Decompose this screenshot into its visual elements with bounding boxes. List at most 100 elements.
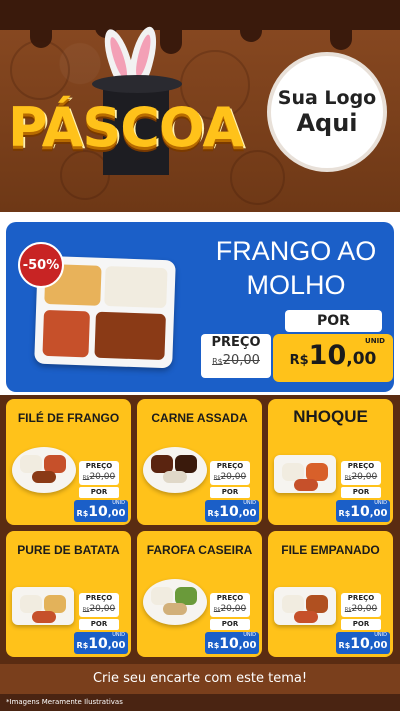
product-image xyxy=(274,455,336,493)
preco-label: PREÇO xyxy=(85,462,113,470)
food-item xyxy=(163,603,187,615)
header-banner: PÁSCOA Sua Logo Aqui xyxy=(0,0,400,212)
featured-offer[interactable]: -50% FRANGO AO MOLHO POR PREÇO R$20,00 U… xyxy=(6,222,394,392)
currency-label: R$ xyxy=(338,641,351,650)
logo-text-line2: Aqui xyxy=(296,109,358,137)
product-name: PURE DE BATATA xyxy=(17,543,120,557)
old-price-box: PREÇO R$20,00 xyxy=(79,461,119,485)
price-integer: 10 xyxy=(350,636,370,652)
logo-placeholder[interactable]: Sua Logo Aqui xyxy=(267,52,387,172)
por-label: POR xyxy=(79,619,119,630)
por-label: POR xyxy=(210,619,250,630)
price-cents: ,00 xyxy=(369,640,388,651)
new-price-box: UNID R$10,00 xyxy=(74,632,128,654)
food-item xyxy=(294,479,318,491)
old-price-box: PREÇO R$20,00 xyxy=(210,593,250,617)
unid-label: UNID xyxy=(374,500,387,506)
old-price: R$20,00 xyxy=(213,472,247,482)
logo-text-line1: Sua Logo xyxy=(277,87,377,109)
old-price-box: PREÇO R$20,00 xyxy=(341,461,381,485)
product-image xyxy=(12,447,76,493)
chocolate-drip xyxy=(330,20,352,50)
product-image xyxy=(143,447,207,493)
food-item xyxy=(42,309,91,358)
food-item xyxy=(32,471,56,483)
food-item xyxy=(32,611,56,623)
new-price-box: UNID R$10,00 xyxy=(336,632,390,654)
new-price-box: UNID R$10,00 xyxy=(205,500,259,522)
chocolate-drip xyxy=(240,20,262,42)
new-price-box: UNID R$10,00 xyxy=(205,632,259,654)
price-cents: ,00 xyxy=(107,640,126,651)
currency-label: R$ xyxy=(207,641,220,650)
preco-label: PREÇO xyxy=(347,594,375,602)
magic-hat-brim xyxy=(92,75,182,93)
price-integer: 10 xyxy=(308,340,347,371)
food-item xyxy=(294,611,318,623)
product-name: CARNE ASSADA xyxy=(151,411,248,425)
preco-label: PREÇO xyxy=(211,335,261,350)
por-label: POR xyxy=(341,487,381,498)
product-image xyxy=(143,579,207,625)
featured-title-line2: MOLHO xyxy=(246,270,346,300)
product-name: FAROFA CASEIRA xyxy=(146,543,253,557)
old-price: R$20,00 xyxy=(344,472,378,482)
price-integer: 10 xyxy=(350,504,370,520)
unid-label: UNID xyxy=(365,337,385,345)
product-card[interactable]: CARNE ASSADA PREÇO R$20,00 POR UNID R$10,00 xyxy=(137,399,262,525)
unid-label: UNID xyxy=(243,500,256,506)
product-card[interactable]: FILE EMPANADO PREÇO R$20,00 POR UNID R$10,00 xyxy=(268,531,393,657)
currency-label: R$ xyxy=(76,509,89,518)
product-card[interactable]: NHOQUE PREÇO R$20,00 POR UNID R$10,00 xyxy=(268,399,393,525)
old-price: R$20,00 xyxy=(213,604,247,614)
old-price: R$20,00 xyxy=(212,353,260,368)
old-price: R$20,00 xyxy=(344,604,378,614)
food-item xyxy=(94,311,166,361)
price-cents: ,00 xyxy=(238,508,257,519)
price-integer: 10 xyxy=(88,636,108,652)
price-integer: 10 xyxy=(219,504,239,520)
price-cents: ,00 xyxy=(107,508,126,519)
old-price-box: PREÇO R$20,00 xyxy=(79,593,119,617)
currency-label: R$ xyxy=(76,641,89,650)
old-price-box: PREÇO R$20,00 xyxy=(341,593,381,617)
featured-title-line1: FRANGO AO xyxy=(215,236,377,266)
currency-label: R$ xyxy=(289,353,309,368)
price-integer: 10 xyxy=(219,636,239,652)
preco-label: PREÇO xyxy=(347,462,375,470)
old-price-box: PREÇO R$20,00 xyxy=(210,461,250,485)
unid-label: UNID xyxy=(112,632,125,638)
preco-label: PREÇO xyxy=(216,462,244,470)
new-price-box: UNID R$10,00 xyxy=(273,334,393,382)
chocolate-drip xyxy=(160,20,182,54)
old-price: R$20,00 xyxy=(82,604,116,614)
price-cents: ,00 xyxy=(238,640,257,651)
product-name: FILE EMPANADO xyxy=(281,543,380,557)
cta-banner[interactable]: Crie seu encarte com este tema! xyxy=(0,664,400,694)
old-price-box: PREÇO R$20,00 xyxy=(201,334,271,378)
por-label: POR xyxy=(341,619,381,630)
new-price-box: UNID R$10,00 xyxy=(74,500,128,522)
product-card[interactable]: FAROFA CASEIRA PREÇO R$20,00 POR UNID R$10,00 xyxy=(137,531,262,657)
product-image xyxy=(12,587,74,625)
product-image xyxy=(274,587,336,625)
food-item xyxy=(104,265,168,309)
currency-label: R$ xyxy=(207,509,220,518)
new-price-box: UNID R$10,00 xyxy=(336,500,390,522)
unid-label: UNID xyxy=(374,632,387,638)
food-item xyxy=(163,471,187,483)
price-cents: ,00 xyxy=(369,508,388,519)
por-label: POR xyxy=(79,487,119,498)
product-card[interactable]: PURE DE BATATA PREÇO R$20,00 POR UNID R$10,00 xyxy=(6,531,131,657)
por-label: POR xyxy=(210,487,250,498)
preco-label: PREÇO xyxy=(216,594,244,602)
product-card[interactable]: FILÉ DE FRANGO PREÇO R$20,00 POR UNID R$10,00 xyxy=(6,399,131,525)
price-integer: 10 xyxy=(88,504,108,520)
page-title: PÁSCOA xyxy=(8,96,244,159)
preco-label: PREÇO xyxy=(85,594,113,602)
disclaimer-text: *Imagens Meramente Ilustrativas xyxy=(6,698,123,706)
unid-label: UNID xyxy=(243,632,256,638)
featured-title: FRANGO AO MOLHO xyxy=(201,234,391,302)
price-cents: ,00 xyxy=(346,349,377,369)
background-pattern xyxy=(10,40,70,100)
